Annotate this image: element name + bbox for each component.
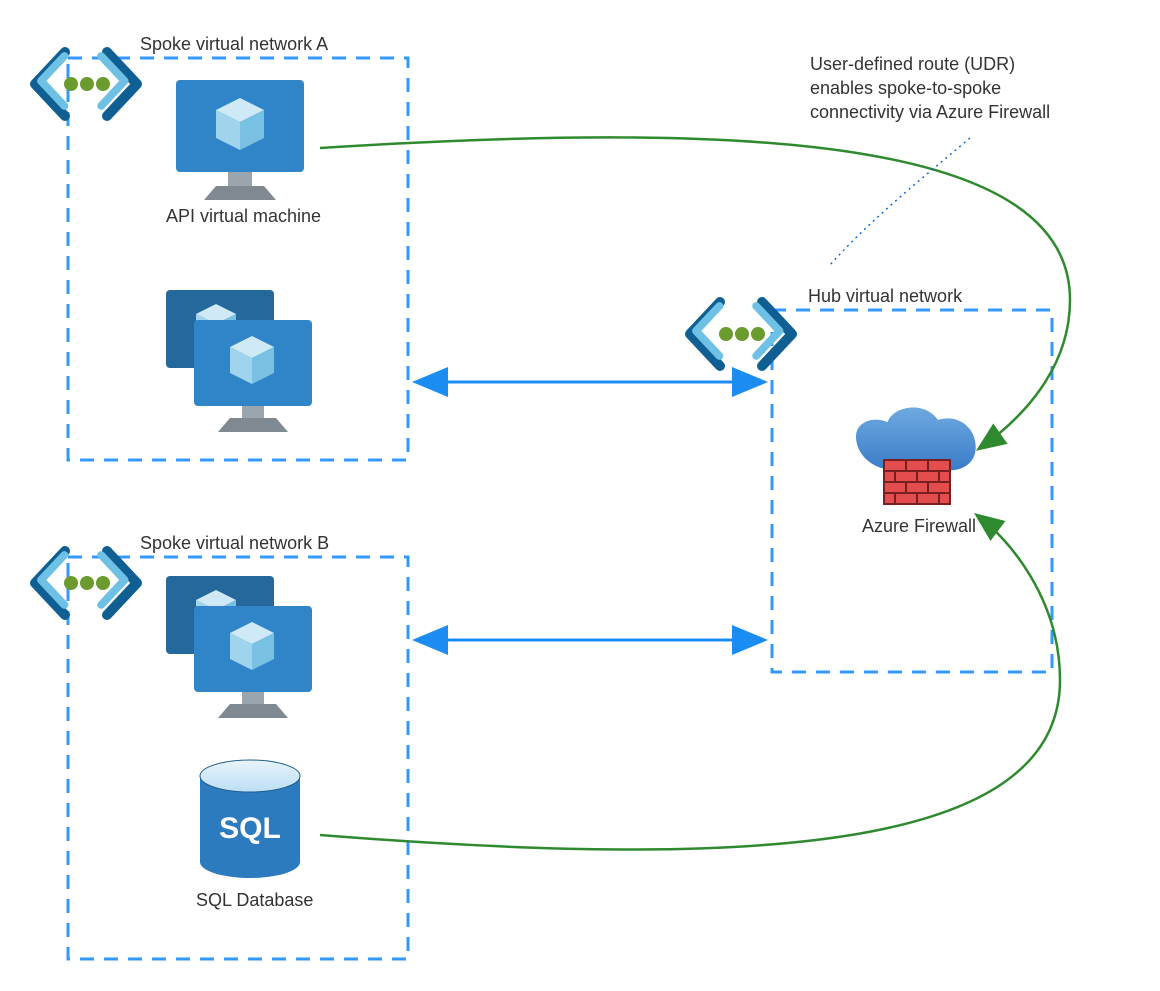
spoke-a-title: Spoke virtual network A — [140, 34, 328, 55]
annotation-line2: enables spoke-to-spoke — [810, 78, 1001, 99]
vnet-icon-spoke-b — [35, 551, 137, 615]
hub-title: Hub virtual network — [808, 286, 962, 307]
sql-database-icon: SQL — [200, 760, 300, 878]
vnet-icon-spoke-a — [35, 52, 137, 116]
vnet-icon-hub — [690, 302, 792, 366]
api-vm-icon — [176, 80, 304, 200]
vm-group-b-icon — [166, 576, 312, 718]
svg-text:SQL: SQL — [219, 812, 281, 845]
azure-firewall-icon — [856, 408, 976, 504]
annotation-line1: User-defined route (UDR) — [810, 54, 1015, 75]
api-vm-label: API virtual machine — [166, 206, 321, 227]
spoke-b-title: Spoke virtual network B — [140, 533, 329, 554]
sql-db-label: SQL Database — [196, 890, 313, 911]
firewall-label: Azure Firewall — [862, 516, 976, 537]
vm-group-a-icon — [166, 290, 312, 432]
udr-arrow-to-firewall-bottom — [320, 516, 1060, 849]
annotation-line3: connectivity via Azure Firewall — [810, 102, 1050, 123]
annotation-leader — [830, 138, 970, 265]
